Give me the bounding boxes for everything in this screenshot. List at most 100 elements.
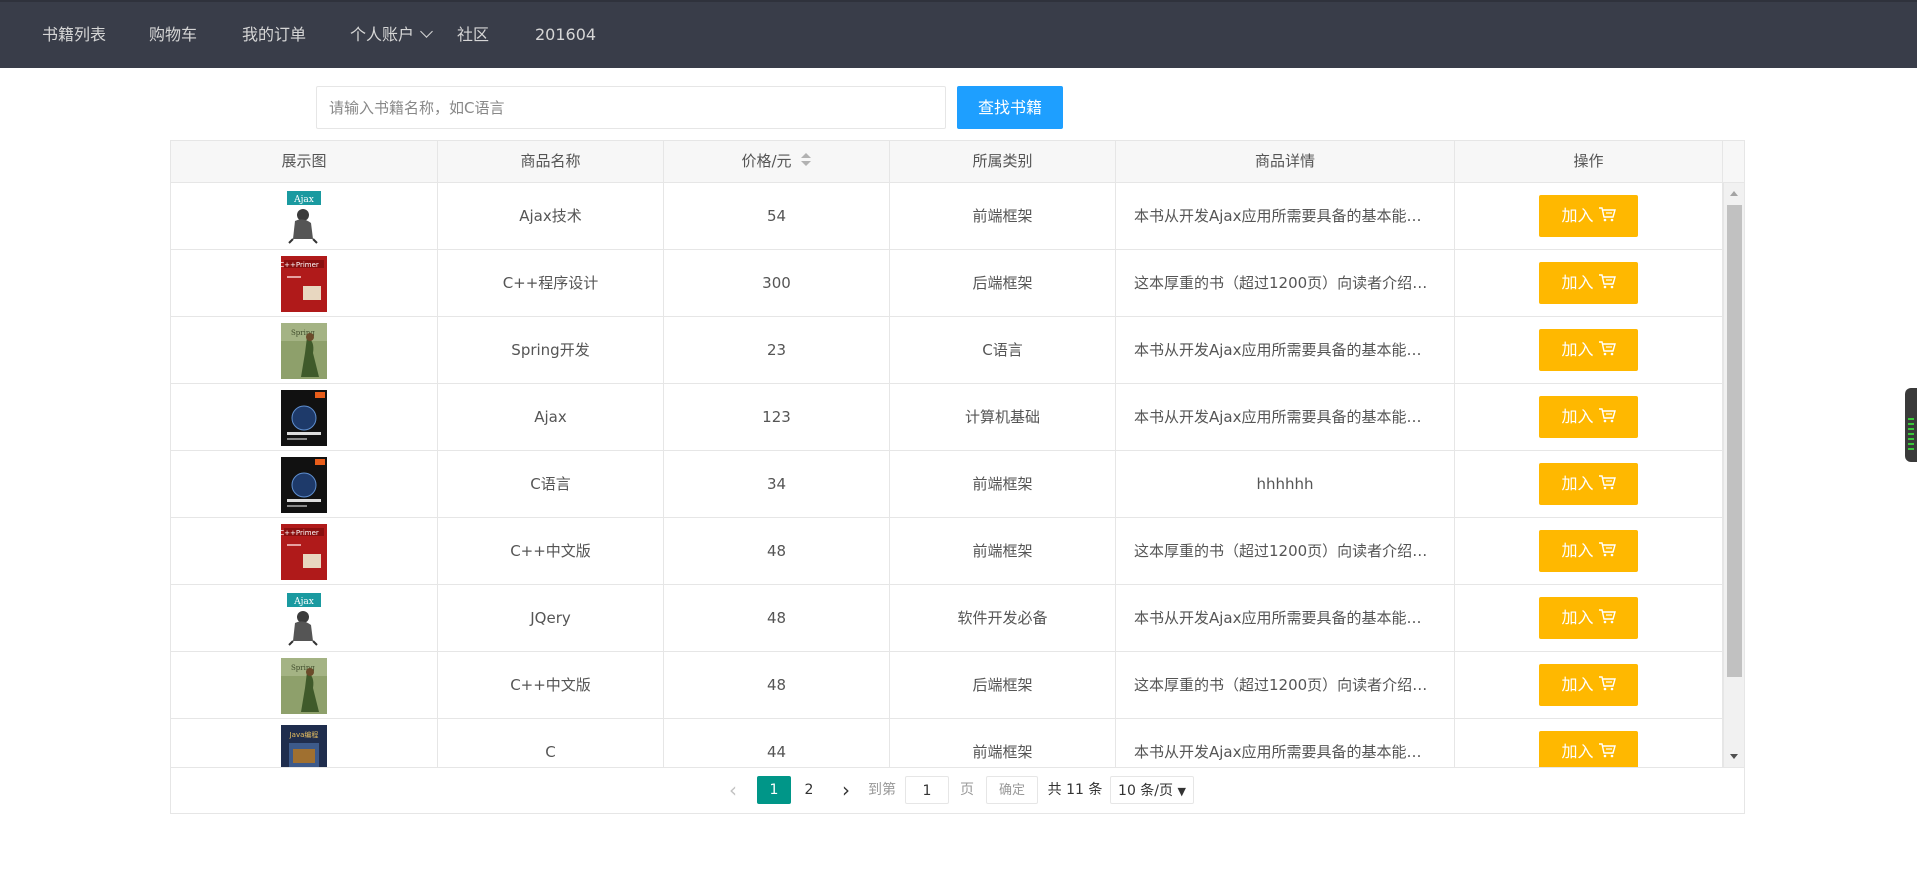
action-cell: 加入 — [1455, 585, 1723, 651]
book-detail-cell: 这本厚重的书（超过1200页）向读者介绍了C++语言 — [1116, 518, 1455, 584]
add-to-cart-button[interactable]: 加入 — [1539, 463, 1638, 505]
search-books-button[interactable]: 查找书籍 — [957, 86, 1063, 129]
book-cover-image: Spring — [281, 323, 327, 379]
pagination: ‹ 1 2 › 到第 1 页 确定 共 11 条 10 条/页 ▼ — [171, 767, 1744, 813]
book-detail-cell: hhhhhh — [1116, 451, 1455, 517]
page-2-button[interactable]: 2 — [797, 776, 821, 804]
cover-cell: Java编程 — [171, 719, 438, 767]
table-row: C++Primer C++程序设计 300 后端框架 这本厚重的书（超过1200页）向读… — [171, 250, 1723, 317]
add-to-cart-button[interactable]: 加入 — [1539, 530, 1638, 572]
book-name-cell: C++程序设计 — [438, 250, 664, 316]
sort-icon[interactable] — [800, 152, 812, 167]
scroll-down-icon[interactable] — [1730, 754, 1738, 759]
book-cover-image: Java编程 — [281, 725, 327, 767]
table-header: 展示图 商品名称 价格/元 所属类别 商品详情 操作 — [171, 141, 1744, 183]
goto-page-input[interactable]: 1 — [905, 776, 949, 804]
book-cover-image: Ajax — [281, 591, 327, 647]
cart-icon — [1594, 675, 1616, 694]
caret-down-icon: ▼ — [1177, 785, 1186, 798]
table-row: Ajax Ajax技术 54 前端框架 本书从开发Ajax应用所需要具备的基本能力讲起 加… — [171, 183, 1723, 250]
add-to-cart-label: 加入 — [1561, 474, 1594, 493]
header-detail: 商品详情 — [1116, 141, 1455, 182]
book-category-cell: C语言 — [890, 317, 1116, 383]
book-price-cell: 48 — [664, 585, 890, 651]
cover-cell — [171, 384, 438, 450]
book-cover-image — [281, 390, 327, 446]
nav-user-id[interactable]: 201604 — [535, 2, 596, 68]
table-row: Ajax 123 计算机基础 本书从开发Ajax应用所需要具备的基本能力讲起 加入 — [171, 384, 1723, 451]
action-cell: 加入 — [1455, 317, 1723, 383]
goto-label: 到第 — [868, 782, 896, 798]
add-to-cart-button[interactable]: 加入 — [1539, 195, 1638, 237]
table-row: Spring C++中文版 48 后端框架 这本厚重的书（超过1200页）向读者介绍了C… — [171, 652, 1723, 719]
book-price-cell: 54 — [664, 183, 890, 249]
header-price-label: 价格/元 — [741, 152, 792, 170]
add-to-cart-label: 加入 — [1561, 407, 1594, 426]
add-to-cart-button[interactable]: 加入 — [1539, 329, 1638, 371]
book-price-cell: 23 — [664, 317, 890, 383]
add-to-cart-button[interactable]: 加入 — [1539, 597, 1638, 639]
nav-book-list[interactable]: 书籍列表 — [42, 2, 106, 68]
add-to-cart-button[interactable]: 加入 — [1539, 396, 1638, 438]
add-to-cart-button[interactable]: 加入 — [1539, 262, 1638, 304]
table-scrollbar[interactable] — [1723, 183, 1744, 767]
nav-community[interactable]: 社区 — [457, 2, 489, 68]
nav-cart[interactable]: 购物车 — [149, 2, 197, 68]
cover-cell: Ajax — [171, 585, 438, 651]
action-cell: 加入 — [1455, 384, 1723, 450]
action-cell: 加入 — [1455, 183, 1723, 249]
cart-icon — [1594, 273, 1616, 292]
add-to-cart-button[interactable]: 加入 — [1539, 664, 1638, 706]
book-detail-cell: 本书从开发Ajax应用所需要具备的基本能力讲起 — [1116, 317, 1455, 383]
next-page-icon[interactable]: › — [836, 776, 856, 804]
action-cell: 加入 — [1455, 518, 1723, 584]
cover-cell: Spring — [171, 652, 438, 718]
cart-icon — [1594, 340, 1616, 359]
book-name-cell: C++中文版 — [438, 652, 664, 718]
action-cell: 加入 — [1455, 451, 1723, 517]
book-category-cell: 计算机基础 — [890, 384, 1116, 450]
scrollbar-thumb[interactable] — [1727, 205, 1742, 677]
book-price-cell: 44 — [664, 719, 890, 767]
book-cover-image: Spring — [281, 658, 327, 714]
nav-account-menu[interactable]: 个人账户 — [350, 2, 433, 68]
scroll-up-icon[interactable] — [1730, 191, 1738, 196]
table-body: Ajax Ajax技术 54 前端框架 本书从开发Ajax应用所需要具备的基本能力讲起加… — [171, 183, 1744, 767]
prev-page-icon[interactable]: ‹ — [723, 776, 743, 804]
book-name-cell: C++中文版 — [438, 518, 664, 584]
book-detail-cell: 本书从开发Ajax应用所需要具备的基本能力讲起 — [1116, 719, 1455, 767]
nav-my-orders[interactable]: 我的订单 — [242, 2, 306, 68]
book-detail-cell: 这本厚重的书（超过1200页）向读者介绍了C++语言 — [1116, 250, 1455, 316]
page-1-button[interactable]: 1 — [757, 776, 791, 804]
cart-icon — [1594, 742, 1616, 761]
page-size-select[interactable]: 10 条/页 ▼ — [1110, 776, 1194, 804]
header-price[interactable]: 价格/元 — [664, 141, 890, 182]
svg-text:Ajax: Ajax — [293, 195, 314, 205]
table-row: Java编程 C 44 前端框架 本书从开发Ajax应用所需要具备的基本能力讲起 加入 — [171, 719, 1723, 767]
action-cell: 加入 — [1455, 250, 1723, 316]
svg-text:Ajax: Ajax — [293, 597, 314, 607]
table-row: C++Primer C++中文版 48 前端框架 这本厚重的书（超过1200页）向读者介… — [171, 518, 1723, 585]
header-action: 操作 — [1455, 141, 1723, 182]
confirm-goto-button[interactable]: 确定 — [986, 776, 1038, 804]
book-category-cell: 前端框架 — [890, 719, 1116, 767]
add-to-cart-label: 加入 — [1561, 742, 1594, 761]
book-name-cell: C — [438, 719, 664, 767]
header-category: 所属类别 — [890, 141, 1116, 182]
add-to-cart-button[interactable]: 加入 — [1539, 731, 1638, 767]
book-cover-image: C++Primer — [279, 256, 327, 312]
book-name-cell: JQery — [438, 585, 664, 651]
book-category-cell: 前端框架 — [890, 183, 1116, 249]
cart-icon — [1594, 206, 1616, 225]
add-to-cart-label: 加入 — [1561, 541, 1594, 560]
side-float-widget[interactable] — [1905, 388, 1917, 462]
add-to-cart-label: 加入 — [1561, 273, 1594, 292]
book-search-input[interactable] — [316, 86, 946, 129]
book-detail-cell: 本书从开发Ajax应用所需要具备的基本能力讲起 — [1116, 384, 1455, 450]
table-row: Ajax JQery 48 软件开发必备 本书从开发Ajax应用所需要具备的基本能力讲起… — [171, 585, 1723, 652]
cart-icon — [1594, 474, 1616, 493]
svg-text:Java编程: Java编程 — [289, 730, 319, 739]
book-name-cell: Spring开发 — [438, 317, 664, 383]
add-to-cart-label: 加入 — [1561, 608, 1594, 627]
nav-account-label: 个人账户 — [350, 25, 415, 44]
